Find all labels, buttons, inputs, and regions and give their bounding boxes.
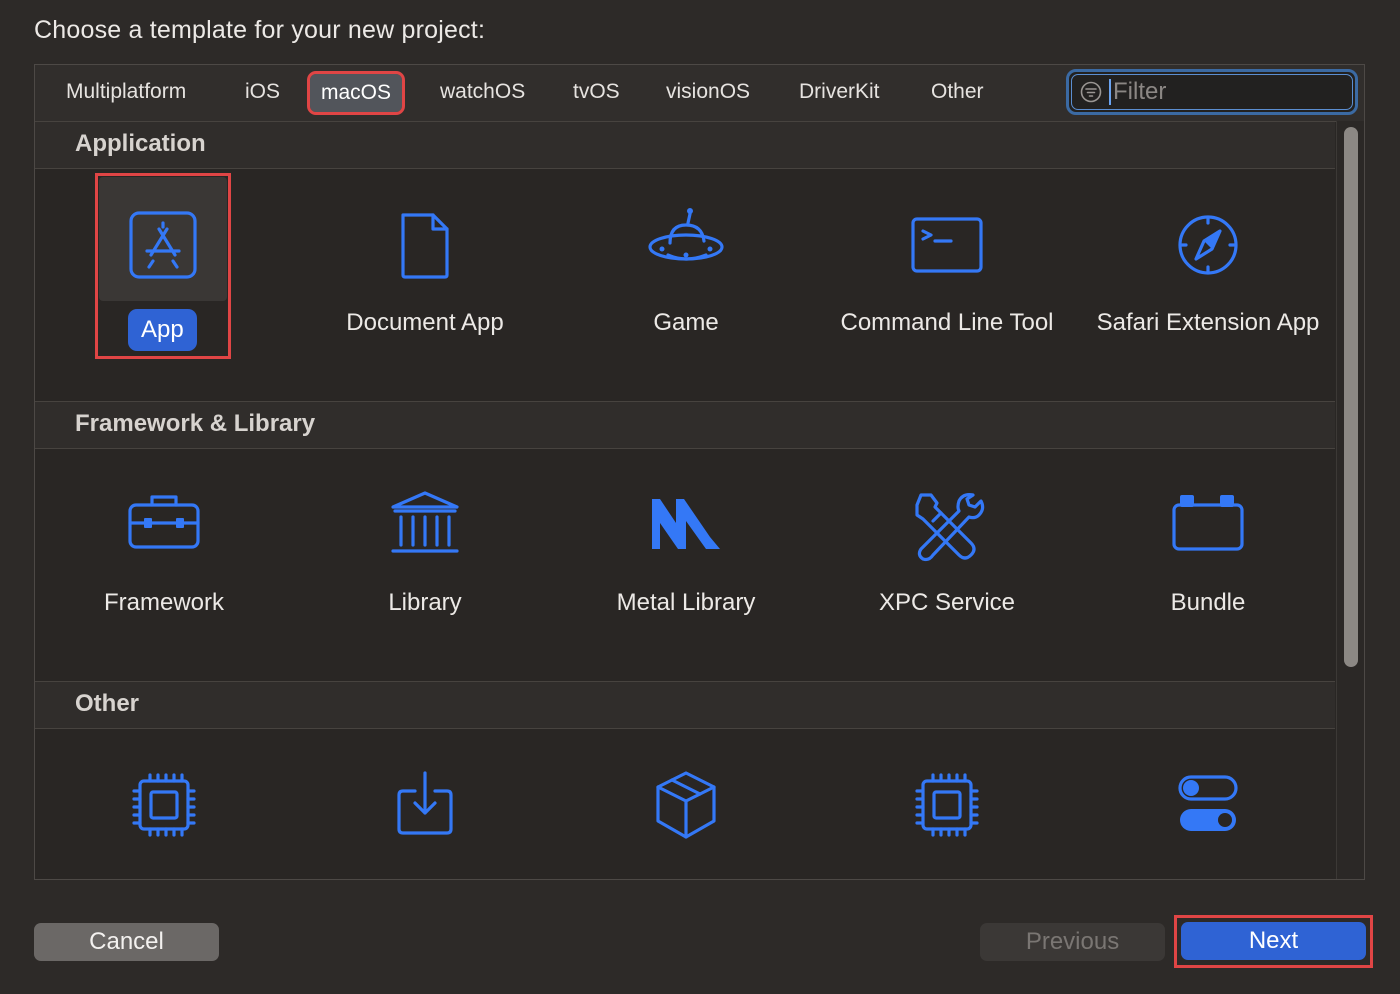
template-label: Library	[388, 589, 462, 616]
section-title: Other	[75, 690, 140, 717]
template-safari-extension-app[interactable]: Safari Extension App	[1088, 177, 1328, 377]
template-game[interactable]: Game	[566, 177, 806, 377]
next-button[interactable]: Next	[1181, 922, 1366, 960]
tab-macos[interactable]: macOS	[306, 71, 406, 115]
compass-icon	[1178, 215, 1238, 275]
cancel-button[interactable]: Cancel	[34, 923, 219, 961]
template-label: XPC Service	[878, 589, 1016, 616]
scrollbar-thumb[interactable]	[1344, 127, 1358, 667]
template-label: Game	[653, 309, 719, 336]
section-header-other: Other	[35, 681, 1335, 729]
section-header-framework-library: Framework & Library	[35, 401, 1335, 449]
template-library[interactable]: Library	[305, 457, 545, 657]
terminal-icon	[911, 217, 983, 273]
chip-icon	[915, 773, 979, 837]
document-icon	[401, 213, 449, 279]
section-header-application: Application	[35, 121, 1335, 169]
template-label: Command Line Tool	[840, 309, 1054, 336]
filter-icon	[1080, 81, 1102, 103]
metal-icon	[652, 499, 720, 549]
template-bundle[interactable]: Bundle	[1088, 457, 1328, 657]
template-app[interactable]: App	[95, 173, 339, 377]
cube-icon	[656, 771, 716, 839]
template-xpc-service[interactable]: XPC Service	[827, 457, 1067, 657]
ufo-icon	[648, 208, 724, 261]
template-document-app[interactable]: Document App	[305, 177, 545, 377]
template-other-1[interactable]	[44, 737, 284, 879]
wrench-screwdriver-icon	[915, 493, 985, 562]
template-label: Metal Library	[616, 589, 756, 616]
tab-visionos[interactable]: visionOS	[655, 73, 761, 111]
section-title: Framework & Library	[75, 410, 316, 437]
filter-placeholder: Filter	[1113, 78, 1167, 105]
template-label: Document App	[346, 309, 504, 336]
tab-watchos[interactable]: watchOS	[429, 73, 536, 111]
template-other-5[interactable]	[1088, 737, 1328, 879]
tab-multiplatform[interactable]: Multiplatform	[55, 73, 197, 111]
toolbox-icon	[128, 495, 200, 549]
section-title: Application	[75, 130, 206, 157]
template-other-3[interactable]	[566, 737, 806, 879]
chip-icon	[132, 773, 196, 837]
template-label: Framework	[103, 589, 224, 616]
template-other-2[interactable]	[305, 737, 545, 879]
dialog-heading: Choose a template for your new project:	[34, 16, 486, 44]
tab-tvos[interactable]: tvOS	[562, 73, 631, 111]
highlight-outline	[95, 173, 231, 359]
template-metal-library[interactable]: Metal Library	[566, 457, 806, 657]
previous-button[interactable]: Previous	[980, 923, 1165, 961]
template-other-4[interactable]	[827, 737, 1067, 879]
filter-field[interactable]: Filter	[1066, 69, 1358, 115]
template-label: Bundle	[1170, 589, 1246, 616]
text-cursor	[1109, 79, 1111, 105]
template-framework[interactable]: Framework	[44, 457, 284, 657]
template-command-line-tool[interactable]: Command Line Tool	[827, 177, 1067, 377]
template-label: Safari Extension App	[1096, 309, 1320, 336]
platform-tab-bar: Multiplatform iOS macOS watchOS tvOS vis…	[35, 65, 1364, 122]
toggles-icon	[1178, 775, 1238, 831]
bundle-icon	[1172, 495, 1244, 551]
tab-ios[interactable]: iOS	[234, 73, 291, 111]
template-list[interactable]: Application App Document App Game Comman…	[35, 121, 1335, 879]
tab-other[interactable]: Other	[920, 73, 995, 111]
tab-driverkit[interactable]: DriverKit	[788, 73, 891, 111]
download-tray-icon	[397, 771, 453, 835]
template-panel: Multiplatform iOS macOS watchOS tvOS vis…	[34, 64, 1365, 880]
building-columns-icon	[391, 491, 459, 553]
